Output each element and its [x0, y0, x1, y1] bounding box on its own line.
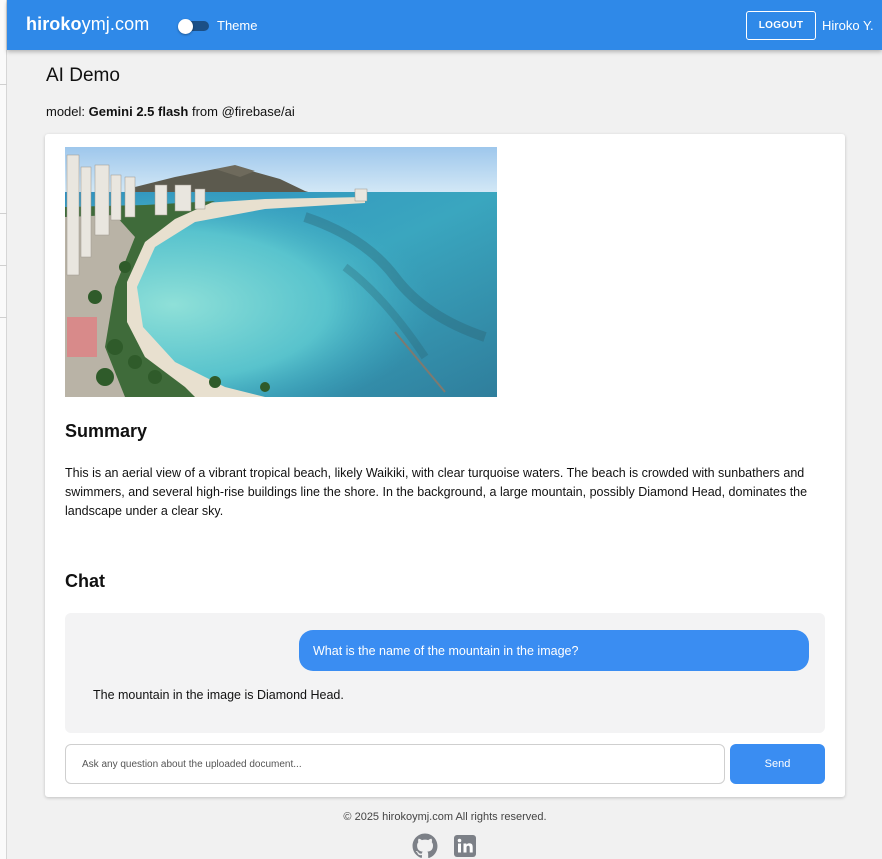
- toggle-knob: [178, 19, 193, 34]
- user-message-bubble: What is the name of the mountain in the …: [299, 630, 809, 671]
- model-prefix: model:: [46, 104, 89, 119]
- logout-button[interactable]: LOGOUT: [746, 11, 816, 40]
- left-rail: [0, 0, 7, 859]
- model-suffix: from @firebase/ai: [188, 104, 295, 119]
- rail-divider: [0, 84, 7, 85]
- brand-rest: ymj.com: [81, 14, 150, 34]
- brand-logo[interactable]: hirokoymj.com: [26, 14, 149, 35]
- ai-message: The mountain in the image is Diamond Hea…: [93, 688, 344, 702]
- copyright-text: © 2025 hirokoymj.com All rights reserved…: [343, 811, 547, 823]
- brand-bold: hiroko: [26, 14, 82, 34]
- model-line: model: Gemini 2.5 flash from @firebase/a…: [46, 104, 295, 119]
- github-icon[interactable]: [412, 833, 438, 859]
- send-button[interactable]: Send: [730, 744, 825, 784]
- rail-divider: [0, 265, 7, 266]
- chat-history: What is the name of the mountain in the …: [65, 613, 825, 733]
- theme-toggle[interactable]: [178, 19, 209, 34]
- uploaded-image: [65, 147, 497, 397]
- rail-divider: [0, 317, 7, 318]
- summary-text: This is an aerial view of a vibrant trop…: [65, 466, 808, 518]
- app-bar: hirokoymj.com Theme LOGOUT Hiroko Y.: [7, 0, 882, 50]
- rail-divider: [0, 213, 7, 214]
- chat-heading: Chat: [65, 571, 105, 591]
- page-title: AI Demo: [46, 65, 120, 86]
- linkedin-icon[interactable]: [453, 834, 477, 858]
- theme-label: Theme: [217, 18, 258, 33]
- summary-heading: Summary: [65, 421, 148, 441]
- content-card: Summary This is an aerial view of a vibr…: [45, 134, 845, 797]
- user-name: Hiroko Y.: [822, 18, 874, 33]
- model-name: Gemini 2.5 flash: [88, 104, 189, 119]
- chat-input[interactable]: [65, 744, 725, 784]
